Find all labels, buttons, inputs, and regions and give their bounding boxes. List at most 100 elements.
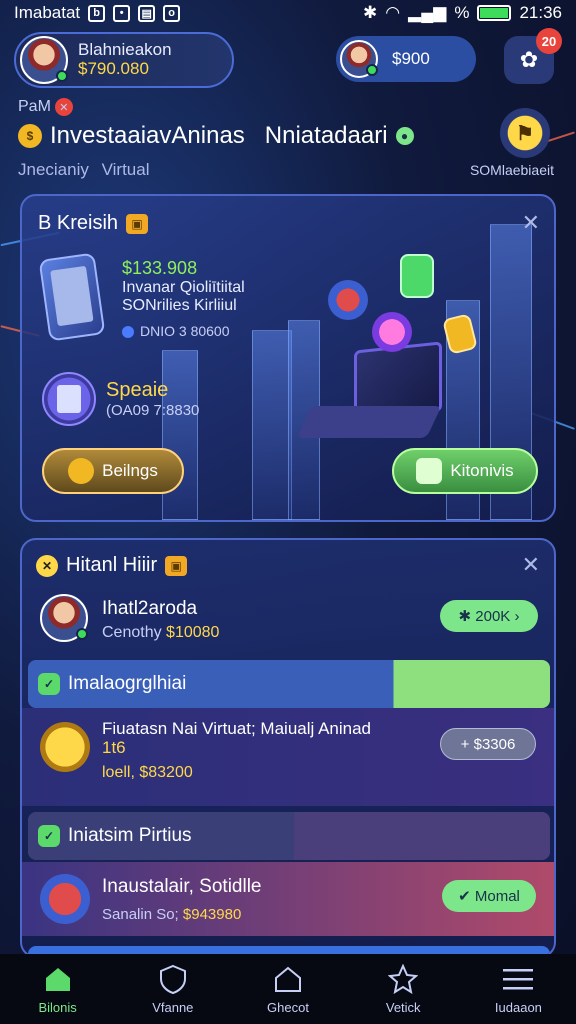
notification-count-badge: 20 — [536, 28, 562, 54]
nav-item-home[interactable]: Bilonis — [0, 954, 115, 1024]
list-item[interactable]: Inaustalair, Sotidlle Sanalin So; $94398… — [22, 862, 554, 936]
info-dot-icon — [122, 325, 134, 338]
close-badge-icon: ✕ — [36, 554, 58, 577]
bell-icon: ✿ — [519, 47, 539, 72]
page-header: PaM ✕ $ InvestaaiavAninas Nniatadaari ● … — [18, 98, 558, 188]
nav-label: Iudaaon — [494, 999, 542, 1015]
purple-coin-icon — [372, 312, 412, 352]
coin-stack-icon — [40, 722, 90, 772]
featured-line-2: SONrilies Kirliiul — [122, 297, 237, 315]
featured-item-time: (OA09 7:8830 — [106, 402, 200, 419]
featured-amount: $133.908 — [122, 258, 198, 278]
status-bar: Imabatat b • ▤ o ✱ ◠ ▂▄▆ % 21:36 — [0, 0, 576, 26]
globe-icon — [328, 280, 368, 320]
gift-icon: ▣ — [126, 213, 149, 234]
star-icon — [388, 963, 419, 994]
close-small-icon[interactable]: ✕ — [54, 98, 73, 116]
close-icon[interactable]: ✕ — [522, 210, 540, 236]
section-header[interactable]: ✓ Iniatsim Pirtius — [28, 812, 550, 860]
header-small-label: PaM — [18, 98, 51, 115]
check-icon: ✓ — [38, 825, 60, 847]
page-title: InvestaaiavAninas — [50, 122, 245, 149]
phone-illustration — [38, 252, 106, 342]
status-time: 21:36 — [519, 3, 562, 22]
nav-item-menu[interactable]: Iudaaon — [461, 954, 576, 1024]
ticket-item-title: Inaustalair, Sotidlle — [102, 876, 262, 897]
trophy-label: SOMlaebiaeit — [469, 162, 554, 178]
notification-icon: • — [113, 4, 131, 22]
gift-icon: ▣ — [165, 555, 188, 576]
menu-icon — [503, 964, 534, 994]
profile-amount: $790.080 — [78, 59, 149, 78]
section-title: Imalaogrglhiai — [68, 673, 187, 694]
list-item[interactable]: Fiuatasn Nai Virtuat; Maiualj Aninad 1t6… — [22, 708, 554, 806]
user-amount: $10080 — [166, 624, 220, 641]
coin-item-sub: 1t6 — [102, 737, 126, 757]
user-label: Cenothy — [102, 624, 162, 641]
page-subtitle-right: Virtual — [101, 160, 150, 179]
featured-card-title: B Kreisih — [38, 212, 119, 234]
ticket-item-amount: $943980 — [182, 906, 242, 923]
user-name: Ihatl2aroda — [102, 598, 198, 619]
city-illustration — [252, 330, 292, 520]
coin-item-amount: loell, $83200 — [102, 764, 193, 781]
balance-pill[interactable]: $900 — [336, 36, 476, 82]
carrier-label: Imabatat — [14, 3, 81, 22]
nav-label: Bilonis — [38, 999, 77, 1015]
user-action-pill[interactable]: ✱ 200K › — [440, 600, 538, 632]
nav-item-star[interactable]: Vetick — [346, 954, 461, 1024]
shield-icon — [158, 964, 188, 994]
featured-line-1: Invanar Qioliītiital — [122, 278, 245, 296]
nav-label: Vetick — [385, 999, 421, 1015]
green-card-icon — [400, 254, 434, 298]
home-icon — [43, 964, 73, 994]
activity-card-title: Hitanl Hiiir — [66, 554, 158, 576]
trophy-icon: ⚑ — [516, 122, 534, 145]
nav-label: Ghecot — [267, 999, 309, 1015]
ticket-item-label: Sanalin So; — [102, 906, 179, 923]
page-subtitle: Jnecianiy — [18, 160, 89, 179]
profile-pill[interactable]: Blahnieakon $790.080 — [14, 32, 234, 88]
avatar — [40, 594, 88, 642]
app-icon: b — [88, 4, 106, 22]
action-button[interactable]: Kitonivis — [392, 448, 538, 494]
battery-icon — [477, 5, 512, 21]
balance-value: $900 — [392, 49, 430, 68]
coin-icon — [68, 458, 95, 484]
wifi-icon: ◠ — [385, 3, 401, 22]
gallery-icon: ▤ — [138, 4, 156, 22]
nav-label: Vfanne — [152, 999, 194, 1015]
notifications-button[interactable]: ✿ 20 — [504, 28, 562, 84]
check-icon: ✓ — [38, 673, 60, 695]
settings-button-label: Beilngs — [102, 461, 158, 480]
list-item[interactable]: Ihatl2aroda Cenothy $10080 ✱ 200K › — [22, 592, 554, 654]
document-icon — [42, 372, 96, 426]
settings-button[interactable]: Beilngs — [42, 448, 184, 494]
coin-item-pill[interactable]: + $3306 — [440, 728, 536, 760]
action-button-label: Kitonivis — [450, 461, 514, 480]
trophy-button[interactable]: ⚑ — [500, 108, 550, 158]
nav-item-shield[interactable]: Vfanne — [115, 954, 230, 1024]
bluetooth-icon: ✱ — [363, 3, 378, 22]
leaf-icon: ● — [395, 127, 414, 145]
ticket-item-pill[interactable]: ✔ Momal — [442, 880, 536, 912]
hand-icon — [416, 458, 443, 484]
house-icon — [273, 964, 303, 994]
featured-item[interactable]: Speaie (OA09 7:8830 — [42, 372, 199, 426]
coin-icon: $ — [18, 124, 42, 148]
avatar[interactable] — [20, 36, 68, 84]
section-header[interactable]: ✓ Imalaogrglhiai — [28, 660, 550, 708]
page-title-right: Nniatadaari — [264, 122, 388, 149]
nav-item-store[interactable]: Ghecot — [230, 954, 345, 1024]
top-bar: Blahnieakon $790.080 $900 ✿ 20 — [14, 28, 562, 90]
signal-icon: ▂▄▆ — [408, 3, 447, 22]
ticket-icon — [40, 874, 90, 924]
featured-meta: DNIO 3 80600 — [140, 323, 230, 340]
section-title: Iniatsim Pirtius — [68, 825, 192, 846]
close-icon[interactable]: ✕ — [522, 552, 540, 578]
featured-card: B Kreisih ▣ ✕ $133.908 Invanar Qioliītii… — [20, 194, 556, 522]
profile-name: Blahnieakon — [78, 40, 172, 60]
featured-item-name: Speaie — [106, 379, 169, 401]
coin-item-title: Fiuatasn Nai Virtuat; Maiualj Aninad — [102, 719, 372, 738]
laptop-illustration — [296, 341, 444, 438]
